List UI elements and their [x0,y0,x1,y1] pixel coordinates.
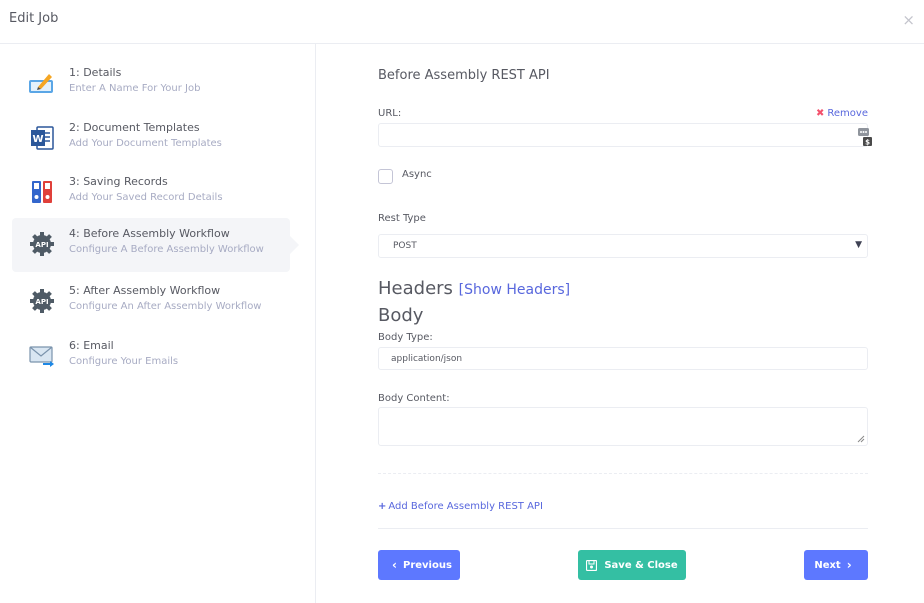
plus-icon: + [378,501,387,512]
step-document-templates[interactable]: W 2: Document Templates Add Your Documen… [12,112,290,166]
binders-icon [32,181,52,203]
step-description: Enter A Name For Your Job [69,83,201,94]
previous-button[interactable]: ‹ Previous [378,550,460,580]
step-saving-records[interactable]: 3: Saving Records Add Your Saved Record … [12,166,290,220]
save-close-label: Save & Close [604,559,678,571]
body-title: Body [378,305,424,326]
step-details[interactable]: 1: Details Enter A Name For Your Job [12,57,290,111]
active-step-arrow [290,236,299,254]
step-description: Configure A Before Assembly Workflow [69,244,264,255]
chevron-right-icon: › [846,558,852,572]
add-rest-api-label: Add Before Assembly REST API [388,501,543,512]
previous-label: Previous [403,559,452,571]
async-label: Async [402,169,432,180]
step-description: Add Your Document Templates [69,138,222,149]
remove-x-icon: ✖ [816,108,825,119]
headers-heading: Headers [Show Headers] [378,278,570,299]
dropdown-caret-icon: ▼ [855,240,862,250]
step-description: Configure An After Assembly Workflow [69,301,262,312]
body-type-label: Body Type: [378,332,433,343]
step-email[interactable]: 6: Email Configure Your Emails [12,330,290,384]
svg-text:API: API [35,298,48,306]
step-title: 2: Document Templates [69,121,200,134]
remove-link[interactable]: ✖ Remove [816,108,868,119]
svg-text:$: $ [865,139,870,147]
close-icon[interactable]: × [902,12,915,28]
modal-title: Edit Job [9,11,59,26]
password-manager-icon[interactable]: $ [858,128,872,146]
step-title: 1: Details [69,66,122,79]
rest-type-select[interactable]: POST ▼ [378,234,868,258]
show-headers-link[interactable]: [Show Headers] [459,282,570,298]
rest-type-label: Rest Type [378,213,426,224]
modal-header: Edit Job × [0,0,924,44]
svg-text:W: W [32,134,43,145]
headers-title: Headers [378,278,453,299]
step-title: 6: Email [69,339,114,352]
footer-divider [378,528,868,529]
step-description: Configure Your Emails [69,356,179,367]
save-close-button[interactable]: Save & Close [578,550,686,580]
next-label: Next [814,559,841,571]
url-label: URL: [378,108,402,119]
step-title: 3: Saving Records [69,175,168,188]
step-title: 5: After Assembly Workflow [69,284,221,297]
remove-label: Remove [827,108,868,119]
edit-icon [29,74,53,93]
step-before-assembly-workflow[interactable]: API 4: Before Assembly Workflow Configur… [12,218,290,272]
save-icon [586,559,598,571]
api-gear-icon: API [30,232,54,256]
body-type-input[interactable]: application/json [378,347,868,370]
chevron-left-icon: ‹ [392,558,397,572]
rest-type-value: POST [393,241,417,251]
add-rest-api-link[interactable]: + Add Before Assembly REST API [378,501,543,512]
email-icon [29,346,54,367]
step-title: 4: Before Assembly Workflow [69,227,230,240]
svg-text:API: API [35,241,48,249]
body-content-textarea[interactable] [378,407,868,446]
step-after-assembly-workflow[interactable]: API 5: After Assembly Workflow Configure… [12,275,290,329]
word-icon: W [31,126,54,150]
dashed-divider [378,473,868,474]
next-button[interactable]: Next › [804,550,868,580]
step-description: Add Your Saved Record Details [69,192,223,203]
async-checkbox[interactable] [378,169,393,184]
section-title: Before Assembly REST API [378,68,550,83]
body-content-label: Body Content: [378,393,450,404]
api-gear-icon: API [30,289,54,313]
url-input[interactable] [378,123,868,147]
resize-handle-icon[interactable] [857,435,865,443]
